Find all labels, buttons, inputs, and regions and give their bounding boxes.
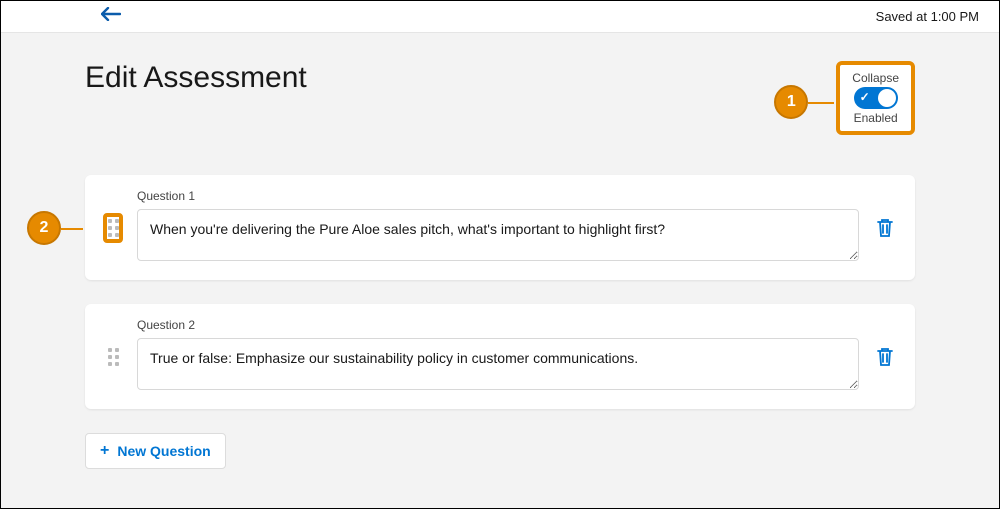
callout-badge-1: 1 bbox=[774, 85, 808, 119]
page-header: Edit Assessment 1 Collapse ✓ Enabled bbox=[85, 61, 915, 135]
delete-button[interactable] bbox=[873, 216, 897, 240]
question-card: Question 2 bbox=[85, 304, 915, 409]
plus-icon: + bbox=[100, 442, 109, 460]
callout-line-2 bbox=[61, 228, 83, 230]
page-title: Edit Assessment bbox=[85, 61, 307, 95]
collapse-toggle-box: Collapse ✓ Enabled bbox=[836, 61, 915, 135]
question-textarea[interactable] bbox=[137, 209, 859, 261]
new-question-label: New Question bbox=[117, 443, 210, 459]
callout-line-1 bbox=[808, 102, 834, 104]
collapse-toggle[interactable]: ✓ bbox=[854, 87, 898, 109]
topbar: Saved at 1:00 PM bbox=[1, 1, 999, 33]
drag-handle-icon[interactable] bbox=[103, 213, 123, 243]
trash-icon bbox=[876, 218, 894, 238]
callout-badge-2: 2 bbox=[27, 211, 61, 245]
question-textarea[interactable] bbox=[137, 338, 859, 390]
question-card: 2 Question 1 bbox=[85, 175, 915, 280]
new-question-button[interactable]: + New Question bbox=[85, 433, 226, 469]
checkmark-icon: ✓ bbox=[860, 90, 870, 104]
drag-handle-icon[interactable] bbox=[103, 342, 123, 372]
content-area: Edit Assessment 1 Collapse ✓ Enabled 2 bbox=[1, 33, 999, 508]
saved-timestamp: Saved at 1:00 PM bbox=[876, 9, 979, 24]
back-arrow-icon[interactable] bbox=[101, 7, 121, 26]
question-body: Question 1 bbox=[137, 189, 859, 266]
question-label: Question 2 bbox=[137, 318, 859, 332]
question-label: Question 1 bbox=[137, 189, 859, 203]
trash-icon bbox=[876, 347, 894, 367]
question-body: Question 2 bbox=[137, 318, 859, 395]
collapse-label: Collapse bbox=[852, 71, 899, 85]
toggle-knob bbox=[878, 89, 896, 107]
collapse-state-label: Enabled bbox=[854, 111, 898, 125]
delete-button[interactable] bbox=[873, 345, 897, 369]
